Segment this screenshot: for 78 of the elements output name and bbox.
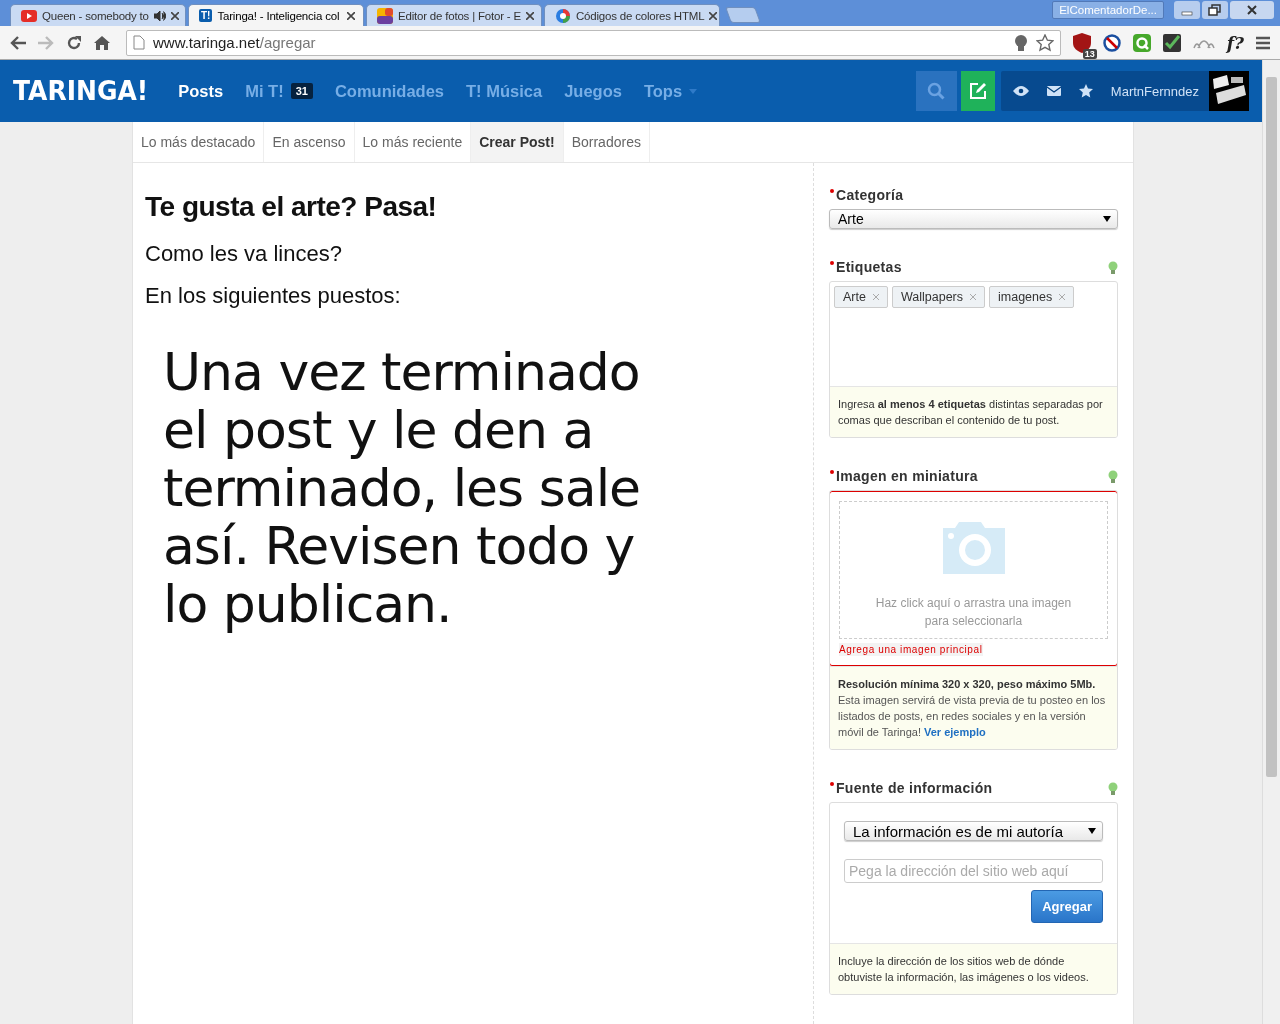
mail-icon[interactable] [1046, 86, 1061, 96]
search-icon [927, 82, 946, 100]
tab-title: Códigos de colores HTML [576, 9, 705, 22]
shield-icon[interactable] [1072, 32, 1091, 53]
nav-link[interactable]: Posts [178, 81, 224, 101]
field-label: Categoría [836, 187, 904, 203]
home-icon[interactable] [94, 34, 110, 51]
upload-instructions: Haz click aquí o arrastra una imagen para seleccionarla [874, 595, 1073, 630]
tag-input-field[interactable]: Arte Wallpapers imagenes [830, 282, 1117, 386]
caret-icon [1088, 828, 1096, 834]
browser-tab[interactable]: Códigos de colores HTML [544, 4, 720, 26]
browser-tab[interactable]: Queen - somebody to [10, 4, 186, 26]
video-icon [21, 9, 37, 22]
subnav-tab[interactable]: En ascenso [264, 122, 355, 162]
url-field[interactable]: Pega la dirección del sitio web aquí [844, 859, 1103, 883]
bulb-icon[interactable] [1108, 781, 1118, 795]
help-text: Ingresa al menos 4 etiquetas distintas separadas por comas que describan el contenido de tu post. [830, 386, 1117, 437]
error-message: Agrega una imagen principal [839, 643, 983, 656]
upload-area[interactable]: Haz click aquí o arrastra una imagen para seleccionarla Agrega una imagen principal [830, 491, 1117, 666]
close-icon[interactable] [347, 11, 355, 20]
tab-title: Taringa! - Inteligencia col [217, 9, 341, 22]
bulb-icon[interactable] [1108, 260, 1118, 274]
field-label: Fuente de información [836, 780, 993, 796]
tag-chip[interactable]: imagenes [989, 286, 1075, 308]
tab-title: Queen - somebody to [42, 9, 149, 22]
edit-icon [968, 82, 987, 100]
nav-link[interactable]: Mi T! 31 [245, 81, 313, 101]
eye-icon[interactable] [1012, 86, 1029, 96]
help-text: Esta imagen servirá de vista previa de tu posteo en los listados de posts, en redes sociales y en la versión móvil de Taringa! Ver ejemplo [838, 693, 1107, 740]
browser-tab[interactable]: Editor de fotos | Fotor - E [366, 4, 542, 26]
block-icon[interactable] [1102, 33, 1121, 52]
count-badge: 31 [290, 83, 313, 99]
close-icon[interactable] [709, 11, 718, 20]
url-text: www.taringa.net/agregar [153, 34, 316, 51]
taringa-icon: T! [199, 9, 213, 22]
username-link[interactable]: MartnFernndez [1110, 83, 1199, 99]
post-paragraph: En los siguientes puestos: [145, 283, 402, 309]
subnav-tab[interactable]: Borradores [563, 122, 650, 162]
reload-icon[interactable] [66, 34, 82, 51]
photo-icon [377, 7, 393, 24]
page-icon [133, 35, 145, 50]
star-icon[interactable] [1078, 84, 1093, 98]
dropdown[interactable]: Arte [829, 209, 1118, 229]
bulb-icon[interactable] [1108, 469, 1118, 483]
site-logo[interactable]: TARINGA! [13, 75, 149, 107]
bulb-icon[interactable] [1013, 34, 1028, 51]
close-icon[interactable] [170, 11, 179, 20]
color-wheel-icon [555, 7, 571, 24]
back-icon[interactable] [10, 35, 26, 50]
scrollbar[interactable] [1262, 60, 1280, 1024]
subnav-tab[interactable]: Crear Post! [471, 122, 564, 162]
extension-button[interactable]: f? [1226, 32, 1244, 53]
help-title: Resolución mínima 320 x 320, peso máximo 5Mb. [838, 677, 1097, 692]
caret-icon [1103, 216, 1111, 222]
large-text: Una vez terminado el post y le den a terminado, les sale así. Revisen todo y lo publican. [163, 343, 642, 633]
tag-chip[interactable]: Wallpapers [891, 286, 985, 308]
menu-icon[interactable] [1256, 35, 1270, 50]
tab-title: Editor de fotos | Fotor - E [398, 9, 521, 22]
checkmark-icon[interactable] [1162, 33, 1181, 52]
extension-badge: 13 [1082, 48, 1097, 59]
add-button[interactable]: Agregar [1031, 890, 1103, 923]
close-icon[interactable] [1230, 1, 1274, 19]
address-bar[interactable]: www.taringa.net/agregar [126, 29, 1061, 56]
star-icon[interactable] [1035, 33, 1054, 52]
browser-tab[interactable]: T! Taringa! - Inteligencia col [188, 4, 364, 26]
tag-chip[interactable]: Arte [834, 286, 888, 308]
restore-icon[interactable] [1202, 1, 1228, 19]
close-icon[interactable] [525, 11, 534, 20]
q-icon[interactable] [1132, 33, 1151, 52]
create-post-button[interactable] [960, 71, 995, 111]
field-label: Imagen en miniatura [836, 468, 978, 484]
example-link[interactable]: Ver ejemplo [924, 726, 986, 738]
post-title: Te gusta el arte? Pasa! [145, 191, 438, 223]
field-label: Etiquetas [836, 259, 902, 275]
dropdown[interactable]: La información es de mi autoría [844, 821, 1103, 841]
post-paragraph: Como les va linces? [145, 241, 343, 267]
subnav-tab[interactable]: Lo más destacado [133, 122, 265, 162]
help-text: Incluye la dirección de los sitios web de dónde obtuviste la información, las imágenes o los videos. [830, 943, 1117, 994]
